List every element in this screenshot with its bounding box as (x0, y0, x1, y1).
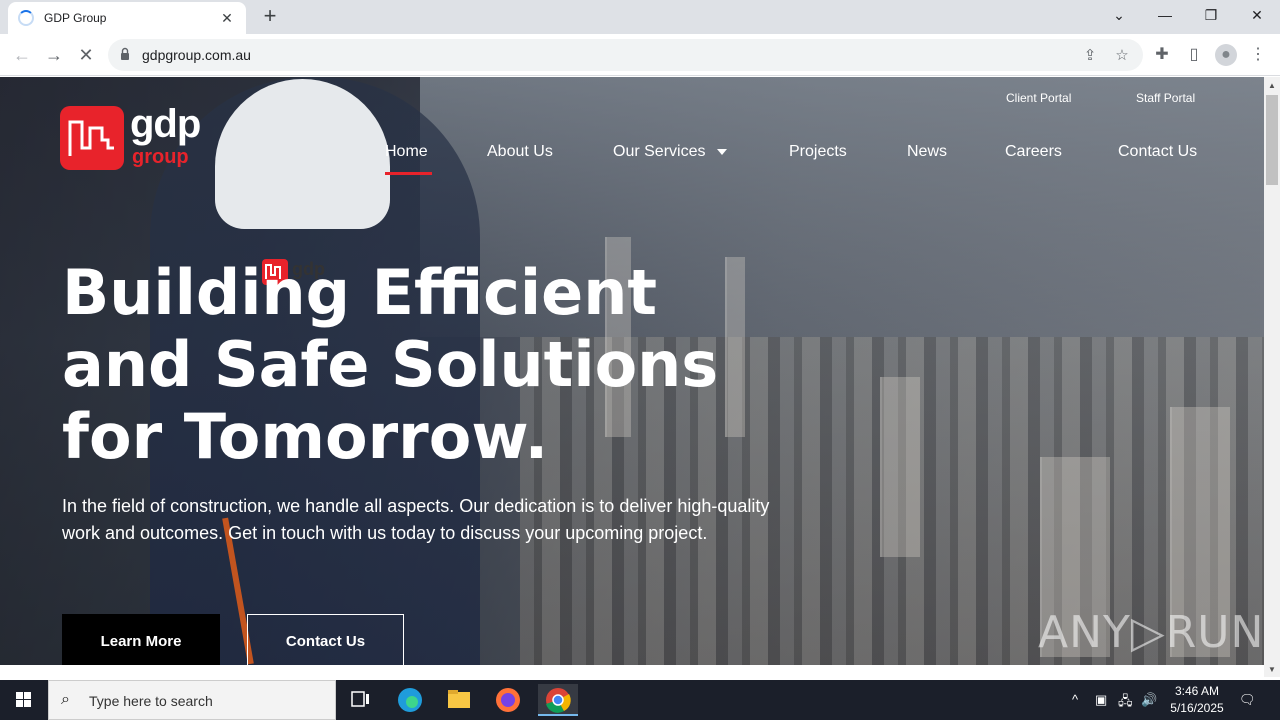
clock-date: 5/16/2025 (1170, 701, 1224, 715)
search-icon: ⌕ (61, 691, 70, 708)
firefox-icon[interactable] (488, 684, 528, 716)
nav-contact-us[interactable]: Contact Us (1118, 143, 1197, 161)
hero-title-line: and Safe Solutions (62, 328, 719, 401)
lock-icon[interactable] (120, 47, 130, 61)
tab-search-dropdown-icon[interactable]: ⌄ (1096, 0, 1142, 30)
network-icon[interactable]: 🖧 (1118, 692, 1133, 714)
logo-text-group: group (132, 146, 189, 168)
browser-tab[interactable]: GDP Group ✕ (8, 2, 246, 34)
profile-avatar-icon[interactable]: ● (1215, 44, 1237, 66)
browser-toolbar: ← → ✕ gdpgroup.com.au ⇪ ☆ ✚ ▯ ● ⋮ (0, 34, 1280, 76)
task-view-icon[interactable] (340, 684, 380, 716)
nav-active-indicator (385, 172, 432, 175)
scroll-up-arrow-icon[interactable]: ▲ (1264, 79, 1280, 93)
nav-careers[interactable]: Careers (1005, 143, 1062, 161)
nav-projects[interactable]: Projects (789, 143, 847, 161)
bookmark-star-icon[interactable]: ☆ (1112, 46, 1132, 66)
hero-section: gdp Client Portal Staff Portal gdp group… (0, 77, 1264, 665)
close-window-button[interactable]: ✕ (1234, 0, 1280, 30)
building-shape (880, 377, 920, 557)
restore-button[interactable]: ❐ (1188, 0, 1234, 30)
client-portal-link[interactable]: Client Portal (1006, 91, 1071, 105)
tab-close-icon[interactable]: ✕ (218, 10, 236, 27)
chrome-icon[interactable] (538, 684, 578, 716)
back-button[interactable]: ← (10, 43, 34, 67)
caret-down-icon (717, 148, 728, 155)
new-tab-button[interactable]: + (258, 4, 282, 28)
nav-news[interactable]: News (907, 143, 947, 161)
taskbar-search-placeholder: Type here to search (89, 693, 213, 709)
logo-text-gdp: gdp (130, 102, 201, 146)
edge-browser-icon[interactable] (390, 684, 430, 716)
staff-portal-link[interactable]: Staff Portal (1136, 91, 1195, 105)
share-icon[interactable]: ⇪ (1080, 46, 1100, 66)
windows-logo-icon (16, 692, 31, 707)
scrollbar-thumb[interactable] (1266, 95, 1278, 185)
hero-title-line: Building Efficient (62, 256, 657, 329)
minimize-button[interactable]: — (1142, 0, 1188, 30)
clock-time: 3:46 AM (1174, 684, 1220, 698)
loading-spinner-icon (18, 10, 34, 26)
volume-icon[interactable]: 🔊 (1141, 692, 1157, 708)
address-bar[interactable]: gdpgroup.com.au ⇪ ☆ (108, 39, 1143, 71)
extensions-icon[interactable]: ✚ (1151, 44, 1173, 66)
nav-about-us[interactable]: About Us (487, 143, 553, 161)
start-button[interactable] (0, 680, 48, 720)
hero-title: Building Efficient and Safe Solutions fo… (62, 257, 762, 473)
url-text[interactable]: gdpgroup.com.au (142, 47, 251, 63)
nav-home[interactable]: Home (385, 143, 428, 161)
browser-menu-icon[interactable]: ⋮ (1247, 44, 1269, 66)
tray-overflow-chevron-icon[interactable]: ^ (1072, 692, 1078, 707)
system-clock[interactable]: 3:46 AM 5/16/2025 (1166, 683, 1228, 717)
stop-loading-button[interactable]: ✕ (74, 43, 98, 67)
anyrun-watermark: ANY▷RUN (1038, 607, 1264, 658)
gdp-group-logo[interactable]: gdp group (60, 102, 212, 174)
learn-more-button[interactable]: Learn More (62, 614, 220, 665)
notifications-icon[interactable]: 🗨 (1239, 692, 1256, 708)
logo-mark-icon (60, 106, 124, 170)
scroll-down-arrow-icon[interactable]: ▼ (1264, 663, 1280, 677)
taskbar-search-box[interactable]: ⌕ Type here to search (48, 680, 336, 720)
hero-title-line: for Tomorrow. (62, 400, 549, 473)
nav-our-services-label: Our Services (613, 143, 706, 160)
vertical-scrollbar[interactable]: ▲ ▼ (1264, 77, 1280, 677)
windows-taskbar: ⌕ Type here to search ^ ▣ 🖧 🔊 3:46 AM 5/… (0, 680, 1280, 720)
forward-button[interactable]: → (42, 43, 66, 67)
tab-strip: GDP Group ✕ + ⌄ — ❐ ✕ (0, 0, 1280, 34)
nav-our-services[interactable]: Our Services (613, 143, 728, 161)
side-panel-icon[interactable]: ▯ (1183, 44, 1205, 66)
tray-app-icon[interactable]: ▣ (1095, 692, 1107, 708)
tab-title: GDP Group (44, 11, 107, 25)
contact-us-button[interactable]: Contact Us (247, 614, 404, 665)
file-explorer-icon[interactable] (439, 684, 479, 716)
page-bottom-strip (0, 665, 1264, 677)
hero-description: In the field of construction, we handle … (62, 496, 770, 543)
